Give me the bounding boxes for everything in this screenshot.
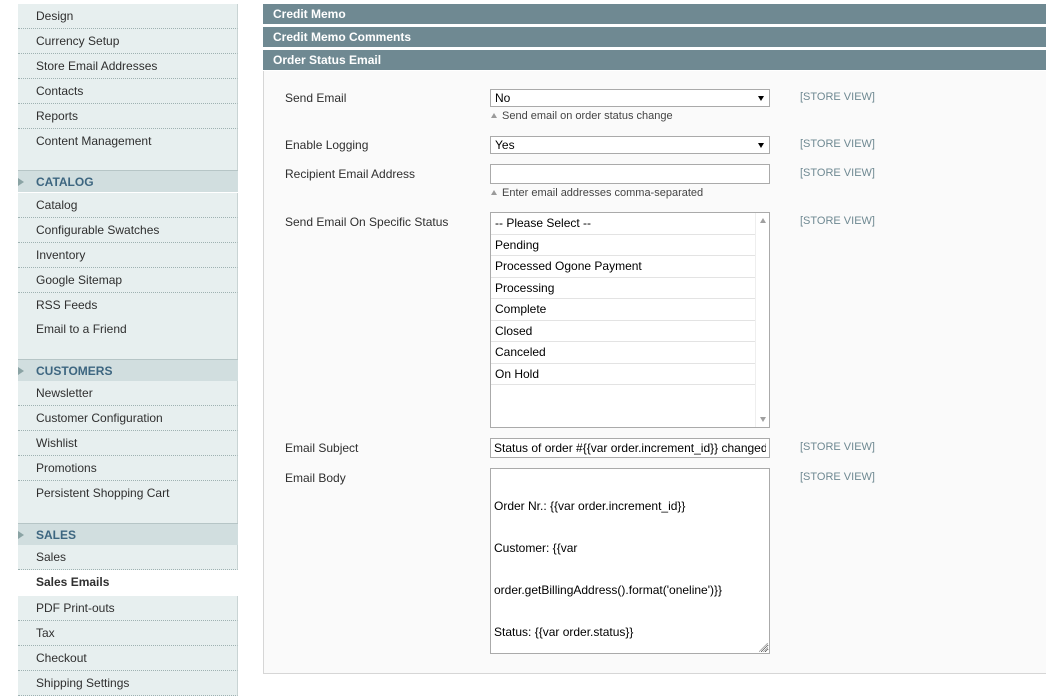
- sidebar-item-configurable-swatches[interactable]: Configurable Swatches: [18, 218, 238, 243]
- recipient-email-input[interactable]: [490, 164, 770, 184]
- email-body-line: Order Nr.: {{var order.increment_id}}: [494, 499, 686, 513]
- sidebar-item-email-to-a-friend[interactable]: Email to a Friend: [18, 317, 238, 342]
- email-body-textarea[interactable]: Order Nr.: {{var order.increment_id}} Cu…: [490, 468, 770, 654]
- status-option[interactable]: On Hold: [491, 364, 755, 385]
- status-option[interactable]: Pending: [491, 235, 755, 256]
- sidebar-item-pdf-print-outs[interactable]: PDF Print-outs: [18, 596, 238, 621]
- enable-logging-select[interactable]: Yes: [490, 136, 770, 154]
- status-option[interactable]: Closed: [491, 321, 755, 342]
- sidebar-item-reports[interactable]: Reports: [18, 104, 238, 129]
- dropdown-arrow-icon: [758, 143, 764, 148]
- email-body-line: Status: {{var order.status}}: [494, 625, 634, 639]
- note-arrow-icon: [491, 113, 497, 118]
- sidebar-item-checkout[interactable]: Checkout: [18, 646, 238, 671]
- send-email-note: Send email on order status change: [491, 110, 673, 122]
- sidebar-spacer: [18, 506, 238, 523]
- expand-triangle-icon: [18, 367, 24, 375]
- section-credit-memo-comments[interactable]: Credit Memo Comments: [263, 26, 1046, 47]
- config-sidebar: Design Currency Setup Store Email Addres…: [18, 0, 238, 699]
- note-arrow-icon: [491, 190, 497, 195]
- scope-label: [STORE VIEW]: [800, 138, 875, 150]
- scope-label: [STORE VIEW]: [800, 167, 875, 179]
- email-subject-input[interactable]: [490, 438, 770, 458]
- sidebar-item-wishlist[interactable]: Wishlist: [18, 431, 238, 456]
- status-option[interactable]: -- Please Select --: [491, 213, 755, 235]
- specific-status-label: Send Email On Specific Status: [285, 215, 449, 229]
- specific-status-multiselect[interactable]: -- Please Select -- Pending Processed Og…: [490, 212, 770, 428]
- scroll-up-icon[interactable]: [760, 218, 766, 223]
- section-order-status-email[interactable]: Order Status Email: [263, 49, 1046, 70]
- scope-label: [STORE VIEW]: [800, 91, 875, 103]
- config-main: Credit Memo Credit Memo Comments Order S…: [263, 0, 1046, 699]
- sidebar-item-design[interactable]: Design: [18, 4, 238, 29]
- scope-label: [STORE VIEW]: [800, 441, 875, 453]
- dropdown-arrow-icon: [758, 96, 764, 101]
- status-option[interactable]: Processed Ogone Payment: [491, 256, 755, 278]
- sidebar-item-tax[interactable]: Tax: [18, 621, 238, 646]
- email-body-line: order.getBillingAddress().format('onelin…: [494, 583, 723, 597]
- scroll-down-icon[interactable]: [760, 417, 766, 422]
- scope-label: [STORE VIEW]: [800, 215, 875, 227]
- expand-triangle-icon: [18, 178, 24, 186]
- sidebar-item-newsletter[interactable]: Newsletter: [18, 381, 238, 406]
- email-body-line: Customer: {{var: [494, 541, 578, 555]
- recipient-email-note: Enter email addresses comma-separated: [491, 187, 703, 199]
- sidebar-item-content-management[interactable]: Content Management: [18, 129, 238, 154]
- sidebar-item-persistent-shopping-cart[interactable]: Persistent Shopping Cart: [18, 481, 238, 506]
- sidebar-header-sales[interactable]: SALES: [18, 523, 238, 545]
- order-status-email-fieldset: Send Email No Send email on order status…: [263, 71, 1046, 674]
- multiselect-scrollbar[interactable]: [755, 213, 769, 427]
- sidebar-item-sales-emails[interactable]: Sales Emails: [18, 570, 238, 595]
- expand-triangle-icon: [18, 531, 24, 539]
- status-option[interactable]: Processing: [491, 278, 755, 299]
- sidebar-item-catalog[interactable]: Catalog: [18, 193, 238, 218]
- status-option[interactable]: Complete: [491, 299, 755, 321]
- recipient-email-label: Recipient Email Address: [285, 167, 416, 181]
- sidebar-header-customers[interactable]: CUSTOMERS: [18, 359, 238, 381]
- sidebar-item-rss-feeds[interactable]: RSS Feeds: [18, 293, 238, 318]
- resize-grip-icon[interactable]: [759, 643, 768, 652]
- sidebar-item-store-email-addresses[interactable]: Store Email Addresses: [18, 54, 238, 79]
- sidebar-spacer: [18, 342, 238, 359]
- sidebar-spacer: [18, 154, 238, 170]
- sidebar-item-shipping-settings[interactable]: Shipping Settings: [18, 671, 238, 696]
- enable-logging-label: Enable Logging: [285, 138, 369, 152]
- sidebar-item-contacts[interactable]: Contacts: [18, 79, 238, 104]
- email-subject-label: Email Subject: [285, 441, 359, 455]
- scope-label: [STORE VIEW]: [800, 471, 875, 483]
- status-option[interactable]: Canceled: [491, 342, 755, 364]
- email-body-label: Email Body: [285, 471, 346, 485]
- sidebar-item-currency-setup[interactable]: Currency Setup: [18, 29, 238, 54]
- sidebar-item-google-sitemap[interactable]: Google Sitemap: [18, 268, 238, 293]
- sidebar-item-customer-configuration[interactable]: Customer Configuration: [18, 406, 238, 431]
- sidebar-header-catalog[interactable]: CATALOG: [18, 170, 238, 192]
- section-credit-memo[interactable]: Credit Memo: [263, 3, 1046, 24]
- send-email-select[interactable]: No: [490, 89, 770, 107]
- send-email-label: Send Email: [285, 91, 347, 105]
- sidebar-item-sales[interactable]: Sales: [18, 545, 238, 570]
- sidebar-item-inventory[interactable]: Inventory: [18, 243, 238, 268]
- sidebar-item-promotions[interactable]: Promotions: [18, 456, 238, 481]
